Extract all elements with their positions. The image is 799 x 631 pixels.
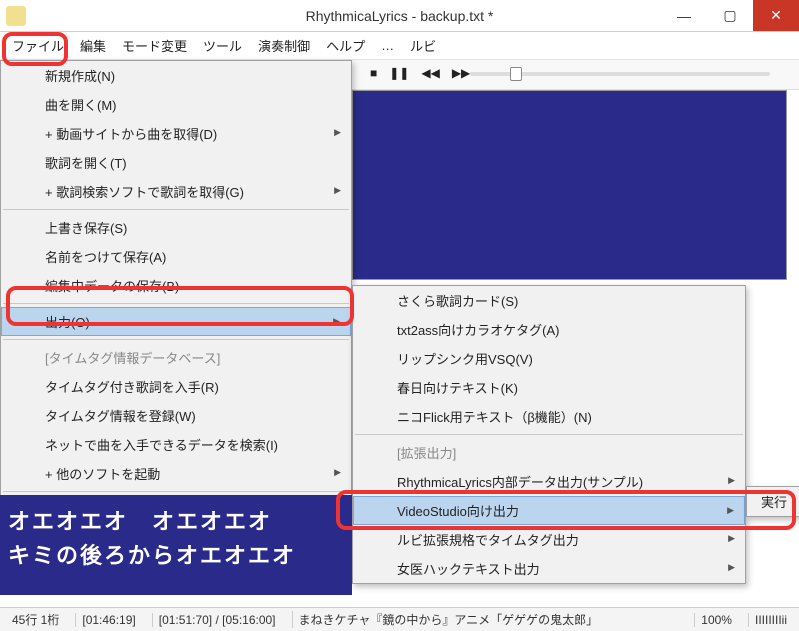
output-menu-item[interactable]: さくら歌詞カード(S) — [353, 286, 745, 315]
menu-ruby[interactable]: ルビ — [402, 34, 444, 57]
file-menu-dropdown: 新規作成(N)曲を開く(M)+ 動画サイトから曲を取得(D)歌詞を開く(T)+ … — [0, 60, 352, 525]
menu-separator — [3, 209, 349, 210]
menu-tools[interactable]: ツール — [195, 34, 250, 57]
status-bars: IIIIIIIIii — [748, 613, 793, 627]
close-button[interactable]: ✕ — [753, 0, 799, 31]
file-menu-item[interactable]: + 動画サイトから曲を取得(D) — [1, 119, 351, 148]
output-menu-item[interactable]: ルビ拡張規格でタイムタグ出力 — [353, 525, 745, 554]
seek-thumb[interactable] — [510, 67, 522, 81]
output-group-label: [拡張出力] — [353, 438, 745, 467]
menubar: ファイル 編集 モード変更 ツール 演奏制御 ヘルプ … ルビ — [0, 32, 799, 60]
output-menu-item[interactable]: 女医ハックテキスト出力 — [353, 554, 745, 583]
output-submenu: さくら歌詞カード(S)txt2ass向けカラオケタグ(A)リップシンク用VSQ(… — [352, 285, 746, 584]
statusbar: 45行 1桁 [01:46:19] [01:51:70] / [05:16:00… — [0, 607, 799, 631]
output-menu-item[interactable]: 春日向けテキスト(K) — [353, 373, 745, 402]
stop-button[interactable]: ■ — [370, 66, 377, 80]
execute-item[interactable]: 実行 — [747, 487, 799, 516]
minimize-button[interactable]: — — [661, 0, 707, 31]
maximize-button[interactable]: ▢ — [707, 0, 753, 31]
output-menu-item[interactable]: VideoStudio向け出力 — [353, 496, 745, 525]
pause-button[interactable]: ❚❚ — [389, 66, 409, 80]
lyrics-line-2: キミの後ろからオエオエオ — [8, 539, 344, 573]
menu-file[interactable]: ファイル — [4, 34, 72, 57]
file-menu-item[interactable]: + 歌詞検索ソフトで歌詞を取得(G) — [1, 177, 351, 206]
status-cursor: 45行 1桁 — [6, 611, 65, 628]
file-menu-item[interactable]: ネットで曲を入手できるデータを検索(I) — [1, 430, 351, 459]
rewind-button[interactable]: ◀◀ — [421, 66, 439, 80]
menu-separator — [355, 434, 743, 435]
menu-mode[interactable]: モード変更 — [114, 34, 195, 57]
file-menu-item[interactable]: + 他のソフトを起動 — [1, 459, 351, 488]
output-menu-item[interactable]: txt2ass向けカラオケタグ(A) — [353, 315, 745, 344]
app-icon — [6, 6, 26, 26]
window-buttons: — ▢ ✕ — [661, 0, 799, 31]
videostudio-submenu: 実行 — [746, 486, 799, 517]
file-menu-item[interactable]: 出力(O) — [1, 307, 351, 336]
file-menu-item[interactable]: 上書き保存(S) — [1, 213, 351, 242]
file-menu-item: [タイムタグ情報データベース] — [1, 343, 351, 372]
video-preview — [352, 90, 787, 280]
menu-separator — [3, 491, 349, 492]
menu-separator — [3, 339, 349, 340]
player-controls: ■ ❚❚ ◀◀ ▶▶ — [370, 66, 470, 80]
lyrics-panel: オエオエオ オエオエオ キミの後ろからオエオエオ — [0, 495, 352, 595]
file-menu-item[interactable]: 歌詞を開く(T) — [1, 148, 351, 177]
menu-edit[interactable]: 編集 — [72, 34, 114, 57]
ffwd-button[interactable]: ▶▶ — [452, 66, 470, 80]
titlebar: RhythmicaLyrics - backup.txt * — ▢ ✕ — [0, 0, 799, 32]
file-menu-item[interactable]: 名前をつけて保存(A) — [1, 242, 351, 271]
lyrics-line-1: オエオエオ オエオエオ — [8, 505, 344, 539]
status-time2: [01:51:70] / [05:16:00] — [152, 613, 282, 627]
file-menu-item[interactable]: 新規作成(N) — [1, 61, 351, 90]
file-menu-item[interactable]: タイムタグ付き歌詞を入手(R) — [1, 372, 351, 401]
file-menu-item[interactable]: タイムタグ情報を登録(W) — [1, 401, 351, 430]
output-menu-item[interactable]: RhythmicaLyrics内部データ出力(サンプル) — [353, 467, 745, 496]
status-zoom: 100% — [694, 613, 738, 627]
output-menu-item[interactable]: リップシンク用VSQ(V) — [353, 344, 745, 373]
menu-separator — [3, 303, 349, 304]
menu-playback[interactable]: 演奏制御 — [250, 34, 318, 57]
file-menu-item[interactable]: 曲を開く(M) — [1, 90, 351, 119]
menu-more[interactable]: … — [373, 36, 402, 55]
output-menu-item[interactable]: ニコFlick用テキスト（β機能）(N) — [353, 402, 745, 431]
status-song: まねきケチャ『鏡の中から』アニメ「ゲゲゲの鬼太郎」 — [292, 611, 685, 628]
status-time1: [01:46:19] — [75, 613, 141, 627]
file-menu-item[interactable]: 編集中データの保存(B) — [1, 271, 351, 300]
menu-help[interactable]: ヘルプ — [318, 34, 373, 57]
